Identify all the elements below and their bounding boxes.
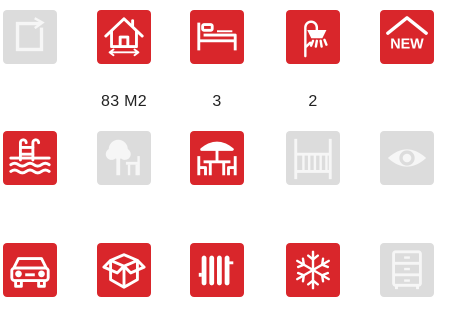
garden-tile[interactable] bbox=[97, 131, 151, 185]
storage-box-icon bbox=[102, 253, 146, 289]
view-tile[interactable] bbox=[380, 131, 434, 185]
furniture-tile[interactable] bbox=[380, 243, 434, 297]
bathrooms-value: 2 bbox=[308, 93, 318, 110]
air-conditioning-icon bbox=[296, 250, 330, 290]
air-conditioning-tile[interactable] bbox=[286, 243, 340, 297]
heating-icon bbox=[198, 255, 234, 286]
car-icon bbox=[10, 257, 50, 288]
bed-icon bbox=[197, 22, 237, 51]
terrace-icon bbox=[197, 141, 237, 176]
floor-plan-tile[interactable] bbox=[3, 10, 57, 64]
pool-tile[interactable] bbox=[3, 131, 57, 185]
floor-plan-icon bbox=[15, 17, 45, 52]
furniture-icon bbox=[392, 250, 422, 290]
storage-tile[interactable] bbox=[97, 243, 151, 297]
view-icon bbox=[387, 149, 427, 167]
new-house-icon: NEW bbox=[386, 16, 428, 53]
new-badge-text: NEW bbox=[390, 37, 424, 53]
parking-tile[interactable] bbox=[3, 243, 57, 297]
shower-icon bbox=[304, 20, 328, 58]
bedrooms-tile[interactable] bbox=[190, 10, 244, 64]
terrace-tile[interactable] bbox=[190, 131, 244, 185]
bathrooms-tile[interactable] bbox=[286, 10, 340, 64]
pool-icon bbox=[9, 138, 51, 175]
garden-icon bbox=[105, 139, 140, 176]
new-tile[interactable]: NEW bbox=[380, 10, 434, 64]
area-value: 83 M2 bbox=[101, 93, 147, 110]
heating-tile[interactable] bbox=[190, 243, 244, 297]
balcony-icon bbox=[294, 138, 332, 180]
house-area-icon bbox=[104, 17, 144, 57]
area-tile[interactable] bbox=[97, 10, 151, 64]
balcony-tile[interactable] bbox=[286, 131, 340, 185]
bedrooms-value: 3 bbox=[212, 93, 222, 110]
